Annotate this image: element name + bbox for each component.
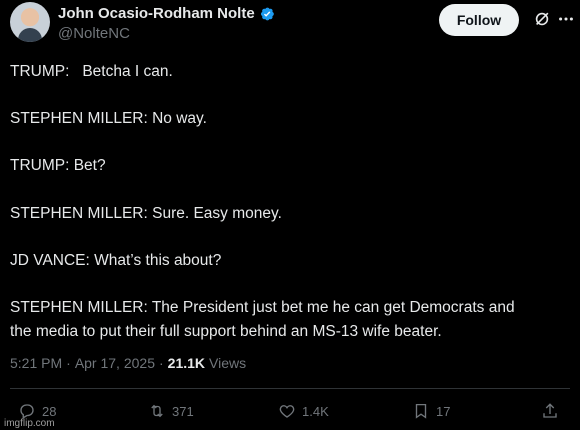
tweet-line [10, 131, 570, 155]
author-name[interactable]: John Ocasio-Rodham Nolte [58, 5, 255, 22]
tweet-line [10, 225, 570, 249]
heart-icon [279, 405, 295, 418]
tweet-line: TRUMP: Bet? [10, 157, 106, 175]
tweet-date[interactable]: Apr 17, 2025 [75, 355, 155, 371]
more-icon[interactable] [557, 10, 575, 28]
tweet-line: STEPHEN MILLER: The President just bet m… [10, 298, 515, 316]
bookmark-button[interactable]: 17 [412, 402, 450, 420]
avatar[interactable] [10, 2, 50, 42]
meta-separator: · [66, 355, 71, 371]
share-icon [543, 403, 557, 418]
meta-separator: · [158, 355, 164, 371]
tweet-text: TRUMP: Betcha I can. STEPHEN MILLER: No … [10, 60, 570, 343]
author-name-row: John Ocasio-Rodham Nolte [58, 5, 275, 22]
action-bar: 28 371 1.4K 17 [0, 400, 580, 428]
repost-icon [151, 404, 163, 418]
follow-button[interactable]: Follow [439, 4, 519, 36]
tweet-line [10, 178, 570, 202]
tweet-line: TRUMP: Betcha I can. [10, 63, 173, 80]
tweet-time[interactable]: 5:21 PM [10, 355, 62, 371]
like-count: 1.4K [302, 403, 329, 419]
tweet-line: JD VANCE: What’s this about? [10, 251, 222, 269]
author-handle[interactable]: @NolteNC [58, 25, 130, 42]
share-button[interactable] [541, 402, 559, 420]
tweet-line: the media to put their full support behi… [10, 322, 442, 340]
tweet-line [10, 272, 570, 296]
bookmark-count: 17 [436, 403, 451, 419]
tweet-line [10, 84, 570, 108]
tweet-header: John Ocasio-Rodham Nolte @NolteNC Follow [10, 2, 573, 46]
tweet-line: STEPHEN MILLER: Sure. Easy money. [10, 204, 282, 222]
tweet-meta: 5:21 PM · Apr 17, 2025 · 21.1K Views [10, 355, 246, 371]
repost-count: 371 [172, 403, 194, 419]
reply-count: 28 [42, 403, 57, 419]
imgflip-watermark: imgflip.com [4, 418, 55, 429]
views-label: Views [209, 355, 247, 371]
bookmark-icon [415, 403, 427, 419]
views-count[interactable]: 21.1K [168, 355, 205, 371]
repost-button[interactable]: 371 [148, 402, 194, 420]
verified-badge-icon [260, 7, 274, 20]
divider [10, 388, 570, 389]
like-button[interactable]: 1.4K [278, 402, 329, 420]
tweet-line: STEPHEN MILLER: No way. [10, 110, 207, 128]
grok-icon[interactable] [533, 10, 551, 28]
